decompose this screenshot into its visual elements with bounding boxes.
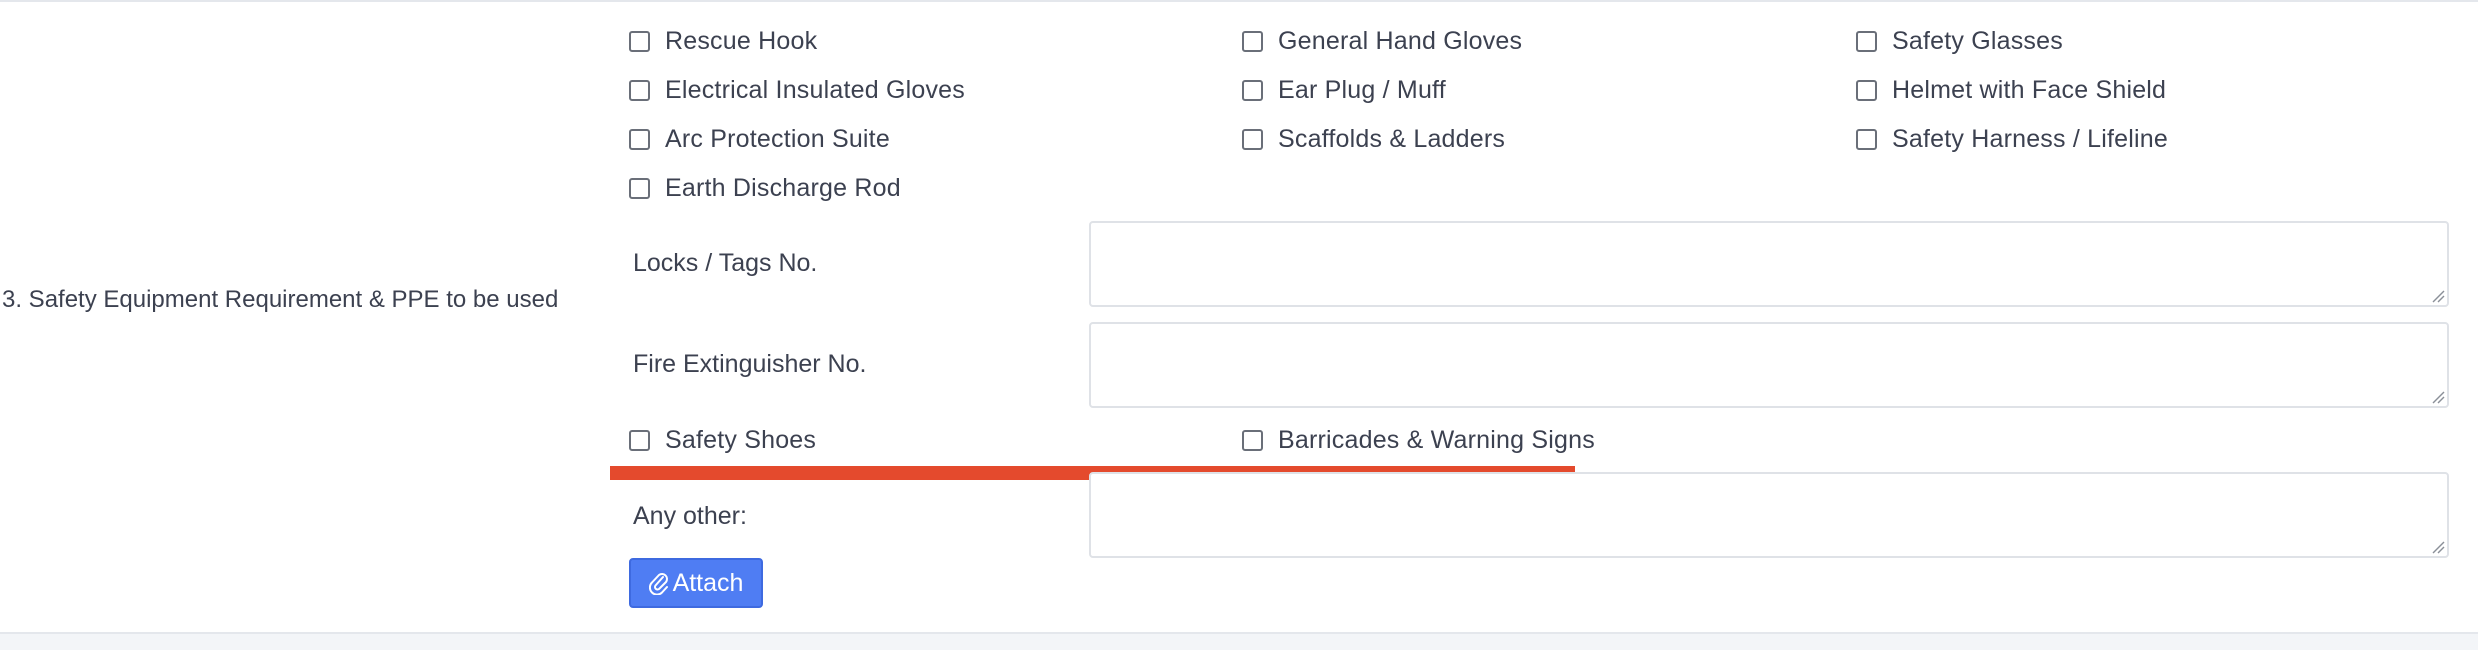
checkbox-label: Safety Shoes — [665, 425, 817, 454]
checkbox-input[interactable] — [1242, 79, 1263, 101]
section-label: 3. Safety Equipment Requirement & PPE to… — [2, 286, 559, 313]
checkbox-earth-discharge-rod[interactable]: Earth Discharge Rod — [629, 171, 901, 205]
checkbox-input[interactable] — [629, 429, 650, 451]
checkbox-general-hand-gloves[interactable]: General Hand Gloves — [1242, 24, 1522, 58]
top-border — [0, 0, 2478, 2]
checkbox-arc-protection-suite[interactable]: Arc Protection Suite — [629, 122, 890, 156]
checkbox-input[interactable] — [1242, 429, 1263, 451]
checkbox-input[interactable] — [1856, 79, 1877, 101]
checkbox-scaffolds-ladders[interactable]: Scaffolds & Ladders — [1242, 122, 1505, 156]
checkbox-label: Rescue Hook — [665, 26, 818, 55]
checkbox-electrical-insulated-gloves[interactable]: Electrical Insulated Gloves — [629, 73, 965, 107]
checkbox-label: Safety Harness / Lifeline — [1892, 124, 2168, 153]
locks-tags-label: Locks / Tags No. — [633, 249, 818, 277]
checkbox-label: Scaffolds & Ladders — [1278, 124, 1506, 153]
checkbox-rescue-hook[interactable]: Rescue Hook — [629, 24, 817, 58]
checkbox-label: General Hand Gloves — [1278, 26, 1523, 55]
locks-tags-textarea[interactable] — [1089, 221, 2449, 307]
checkbox-label: Electrical Insulated Gloves — [665, 75, 965, 104]
checkbox-input[interactable] — [1242, 30, 1263, 52]
checkbox-input[interactable] — [629, 79, 650, 101]
checkbox-label: Arc Protection Suite — [665, 124, 890, 153]
checkbox-input[interactable] — [629, 177, 650, 199]
resize-grip-icon[interactable] — [2431, 289, 2445, 303]
checkbox-helmet-face-shield[interactable]: Helmet with Face Shield — [1856, 73, 2166, 107]
attach-button-label: Attach — [672, 568, 744, 597]
bottom-divider — [0, 632, 2478, 650]
checkbox-label: Safety Glasses — [1892, 26, 2063, 55]
checkbox-label: Earth Discharge Rod — [665, 173, 901, 202]
checkbox-barricades-warning-signs[interactable]: Barricades & Warning Signs — [1242, 423, 1595, 457]
fire-extinguisher-textarea[interactable] — [1089, 322, 2449, 408]
checkbox-safety-glasses[interactable]: Safety Glasses — [1856, 24, 2063, 58]
checkbox-label: Barricades & Warning Signs — [1278, 425, 1595, 454]
checkbox-input[interactable] — [1856, 30, 1877, 52]
fire-extinguisher-label: Fire Extinguisher No. — [633, 350, 867, 378]
any-other-textarea[interactable] — [1089, 472, 2449, 558]
checkbox-safety-shoes[interactable]: Safety Shoes — [629, 423, 816, 457]
checkbox-input[interactable] — [1242, 128, 1263, 150]
resize-grip-icon[interactable] — [2431, 390, 2445, 404]
checkbox-ear-plug-muff[interactable]: Ear Plug / Muff — [1242, 73, 1446, 107]
any-other-label: Any other: — [633, 502, 747, 530]
checkbox-input[interactable] — [629, 30, 650, 52]
attach-button[interactable]: Attach — [629, 558, 763, 608]
checkbox-label: Ear Plug / Muff — [1278, 75, 1446, 104]
checkbox-label: Helmet with Face Shield — [1892, 75, 2167, 104]
resize-grip-icon[interactable] — [2431, 540, 2445, 554]
checkbox-safety-harness-lifeline[interactable]: Safety Harness / Lifeline — [1856, 122, 2168, 156]
checkbox-input[interactable] — [1856, 128, 1877, 150]
checkbox-input[interactable] — [629, 128, 650, 150]
paperclip-icon — [648, 573, 668, 595]
